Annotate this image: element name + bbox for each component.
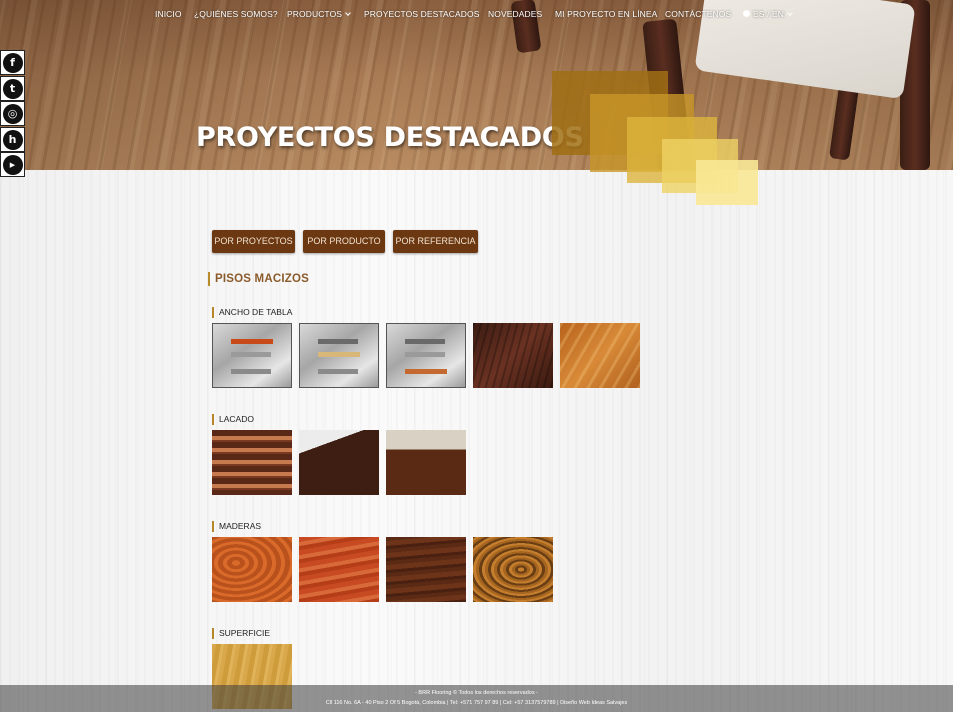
- page-title: PROYECTOS DESTACADOS: [196, 122, 584, 153]
- thumb-ancho-1[interactable]: [212, 323, 292, 388]
- thumb-ancho-5[interactable]: [560, 323, 640, 388]
- thumb-lacado-3[interactable]: [386, 430, 466, 495]
- gold-square-5: [696, 160, 758, 205]
- section-title: PISOS MACIZOS: [208, 272, 309, 286]
- thumb-ancho-4[interactable]: [473, 323, 553, 388]
- plank-bar: [231, 352, 271, 357]
- nav-inicio[interactable]: INICIO: [155, 6, 182, 22]
- thumb-maderas-1[interactable]: [212, 537, 292, 602]
- nav-proyectos-destacados[interactable]: PROYECTOS DESTACADOS: [364, 6, 480, 22]
- thumb-maderas-3[interactable]: [386, 537, 466, 602]
- thumb-ancho-2[interactable]: [299, 323, 379, 388]
- footer: - BRR Flooring © Todos los derechos rese…: [0, 685, 953, 712]
- nav-mi-proyecto[interactable]: MI PROYECTO EN LÍNEA: [555, 6, 657, 22]
- language-selector[interactable]: ES / EN: [743, 6, 793, 22]
- hero-banner: INICIO ¿QUIÉNES SOMOS? PRODUCTOS PROYECT…: [0, 0, 953, 170]
- main-nav: INICIO ¿QUIÉNES SOMOS? PRODUCTOS PROYECT…: [0, 6, 953, 22]
- thumb-maderas-2[interactable]: [299, 537, 379, 602]
- footer-copyright: - BRR Flooring © Todos los derechos rese…: [415, 690, 538, 696]
- chevron-down-icon: [787, 10, 793, 16]
- language-label: ES / EN: [753, 9, 784, 19]
- footer-contact: Cll 116 No. 6A - 40 Piso 2 Of 5 Bogotá, …: [325, 700, 628, 706]
- plank-bar: [405, 339, 445, 344]
- plank-bar: [405, 352, 445, 357]
- group-title-maderas: MADERAS: [212, 521, 261, 532]
- chevron-down-icon: [345, 10, 351, 16]
- plank-bar: [318, 369, 358, 374]
- twitter-icon[interactable]: t: [0, 76, 25, 101]
- thumb-lacado-1[interactable]: [212, 430, 292, 495]
- thumb-lacado-2[interactable]: [299, 430, 379, 495]
- plank-bar: [318, 339, 358, 344]
- filter-por-proyectos-button[interactable]: POR PROYECTOS: [212, 230, 295, 253]
- instagram-icon[interactable]: ◎: [0, 101, 25, 126]
- plank-bar: [231, 369, 271, 374]
- filter-por-producto-button[interactable]: POR PRODUCTO: [303, 230, 385, 253]
- nav-productos[interactable]: PRODUCTOS: [287, 6, 351, 22]
- thumb-maderas-4[interactable]: [473, 537, 553, 602]
- nav-productos-label: PRODUCTOS: [287, 9, 343, 19]
- plank-bar: [318, 352, 360, 357]
- houzz-icon[interactable]: h: [0, 127, 25, 152]
- youtube-icon[interactable]: ▶: [0, 152, 25, 177]
- nav-quienes-somos[interactable]: ¿QUIÉNES SOMOS?: [194, 6, 278, 22]
- plank-bar: [231, 339, 273, 344]
- nav-contactenos[interactable]: CONTÁCTENOS: [665, 6, 731, 22]
- plank-bar: [405, 369, 447, 374]
- group-title-superficie: SUPERFICIE: [212, 628, 270, 639]
- nav-novedades[interactable]: NOVEDADES: [488, 6, 542, 22]
- group-title-lacado: LACADO: [212, 414, 254, 425]
- group-title-ancho-de-tabla: ANCHO DE TABLA: [212, 307, 292, 318]
- filter-por-referencia-button[interactable]: POR REFERENCIA: [393, 230, 478, 253]
- globe-icon: [743, 10, 750, 17]
- facebook-icon[interactable]: f: [0, 50, 25, 75]
- thumb-ancho-3[interactable]: [386, 323, 466, 388]
